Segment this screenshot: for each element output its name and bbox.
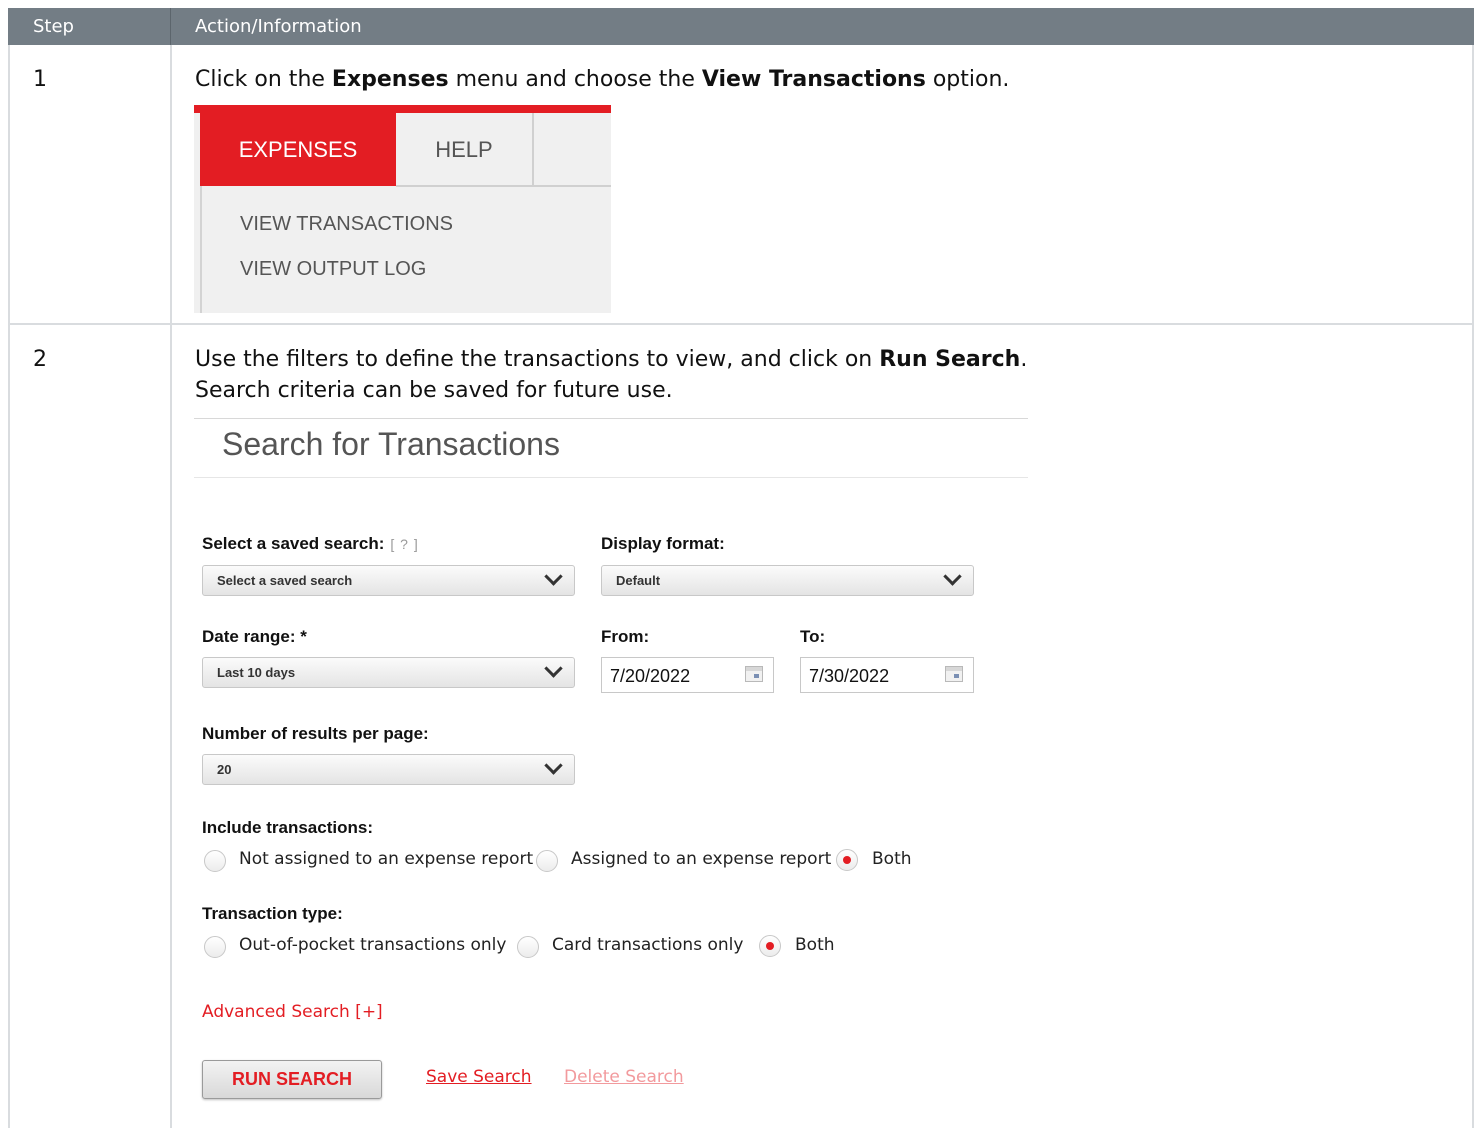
tab-help[interactable]: HELP <box>396 113 532 186</box>
radio-label: Both <box>795 935 835 955</box>
divider <box>194 418 1028 419</box>
radio-include-both[interactable] <box>836 849 858 871</box>
from-date-field[interactable]: 7/20/2022 <box>601 657 774 693</box>
dropdown-border <box>200 186 202 313</box>
table-header: Step Action/Information <box>8 8 1474 45</box>
header-action: Action/Information <box>195 16 362 37</box>
radio-type-both[interactable] <box>759 935 781 957</box>
radio-label: Assigned to an expense report <box>571 849 832 869</box>
chevron-down-icon <box>544 756 563 775</box>
saved-search-select[interactable]: Select a saved search <box>202 565 575 596</box>
header-step: Step <box>33 16 74 37</box>
column-divider <box>170 45 172 1128</box>
to-label: To: <box>800 627 826 646</box>
chevron-down-icon <box>943 567 962 586</box>
step-number: 1 <box>33 67 47 92</box>
run-search-button[interactable]: RUN SEARCH <box>202 1060 382 1099</box>
from-label: From: <box>601 627 650 646</box>
tab-separator <box>532 113 534 186</box>
display-format-select[interactable]: Default <box>601 565 974 596</box>
step-instruction: Use the filters to define the transactio… <box>195 347 1028 403</box>
results-per-page-select[interactable]: 20 <box>202 754 575 785</box>
delete-search-link[interactable]: Delete Search <box>564 1067 684 1087</box>
radio-label: Not assigned to an expense report <box>239 849 534 869</box>
row-divider <box>8 323 1474 325</box>
date-range-label: Date range: * <box>202 627 307 646</box>
radio-not-assigned[interactable] <box>204 850 226 872</box>
transaction-type-label: Transaction type: <box>202 904 343 923</box>
radio-label: Out-of-pocket transactions only <box>239 935 507 955</box>
radio-out-of-pocket[interactable] <box>204 936 226 958</box>
advanced-search-link[interactable]: Advanced Search [+] <box>202 1002 383 1022</box>
calendar-icon[interactable] <box>945 666 963 682</box>
radio-label: Card transactions only <box>552 935 744 955</box>
tab-expenses[interactable]: EXPENSES <box>200 113 396 186</box>
chevron-down-icon <box>544 659 563 678</box>
search-transactions-screenshot: Search for Transactions Select a saved s… <box>194 418 1028 1128</box>
results-per-page-label: Number of results per page: <box>202 724 429 743</box>
save-search-link[interactable]: Save Search <box>426 1067 532 1087</box>
saved-search-label: Select a saved search:[ ? ] <box>202 534 419 553</box>
include-transactions-label: Include transactions: <box>202 818 373 837</box>
expenses-menu-screenshot: EXPENSES HELP VIEW TRANSACTIONS VIEW OUT… <box>194 105 611 313</box>
table-left-border <box>8 45 10 1128</box>
menu-item-view-output-log[interactable]: VIEW OUTPUT LOG <box>240 258 426 281</box>
help-link[interactable]: [ ? ] <box>390 536 418 552</box>
table-right-border <box>1472 45 1474 1128</box>
tab-underline <box>396 185 611 187</box>
chevron-down-icon <box>544 567 563 586</box>
step-number: 2 <box>33 347 47 372</box>
radio-assigned[interactable] <box>536 850 558 872</box>
divider <box>194 477 1028 478</box>
menu-item-view-transactions[interactable]: VIEW TRANSACTIONS <box>240 213 453 236</box>
display-format-label: Display format: <box>601 534 725 553</box>
radio-label: Both <box>872 849 912 869</box>
calendar-icon[interactable] <box>745 666 763 682</box>
radio-card-only[interactable] <box>517 936 539 958</box>
menu-accent-bar <box>194 105 611 113</box>
step-instruction: Click on the Expenses menu and choose th… <box>195 67 1010 92</box>
to-date-field[interactable]: 7/30/2022 <box>800 657 974 693</box>
header-divider <box>170 8 171 45</box>
date-range-select[interactable]: Last 10 days <box>202 657 575 688</box>
search-title: Search for Transactions <box>222 426 560 462</box>
